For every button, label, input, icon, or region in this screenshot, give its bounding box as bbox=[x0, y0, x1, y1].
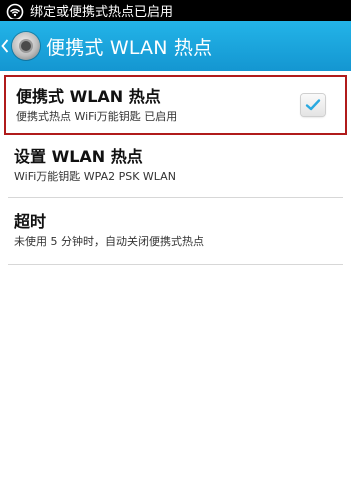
portable-hotspot-title: 便携式 WLAN 热点 bbox=[16, 87, 161, 106]
status-notification-text: 绑定或便携式热点已启用 bbox=[30, 5, 174, 20]
setup-hotspot-title: 设置 WLAN 热点 bbox=[14, 147, 143, 166]
back-chevron-icon[interactable] bbox=[0, 39, 10, 53]
timeout-row[interactable]: 超时 未使用 5 分钟时，自动关闭便携式热点 bbox=[4, 198, 347, 264]
setup-hotspot-row[interactable]: 设置 WLAN 热点 WiFi万能钥匙 WPA2 PSK WLAN bbox=[4, 135, 347, 197]
settings-gear-icon[interactable] bbox=[12, 32, 40, 60]
hotspot-checkbox[interactable] bbox=[301, 94, 325, 116]
timeout-title: 超时 bbox=[14, 212, 47, 231]
page-title: 便携式 WLAN 热点 bbox=[46, 36, 213, 59]
portable-hotspot-toggle-row[interactable]: 便携式 WLAN 热点 便携式热点 WiFi万能钥匙 已启用 bbox=[4, 75, 347, 135]
action-bar: 便携式 WLAN 热点 bbox=[0, 21, 351, 71]
checkmark-icon bbox=[305, 99, 321, 111]
wifi-hotspot-icon bbox=[5, 2, 25, 20]
status-bar: 绑定或便携式热点已启用 bbox=[0, 0, 351, 21]
setup-hotspot-summary: WiFi万能钥匙 WPA2 PSK WLAN bbox=[14, 170, 176, 183]
divider bbox=[8, 264, 343, 265]
timeout-summary: 未使用 5 分钟时，自动关闭便携式热点 bbox=[14, 235, 204, 248]
portable-hotspot-summary: 便携式热点 WiFi万能钥匙 已启用 bbox=[16, 110, 178, 123]
settings-list: 便携式 WLAN 热点 便携式热点 WiFi万能钥匙 已启用 设置 WLAN 热… bbox=[0, 71, 351, 265]
screen: 绑定或便携式热点已启用 便携式 WLAN 热点 便携式 WLAN 热点 便携式热… bbox=[0, 0, 351, 484]
